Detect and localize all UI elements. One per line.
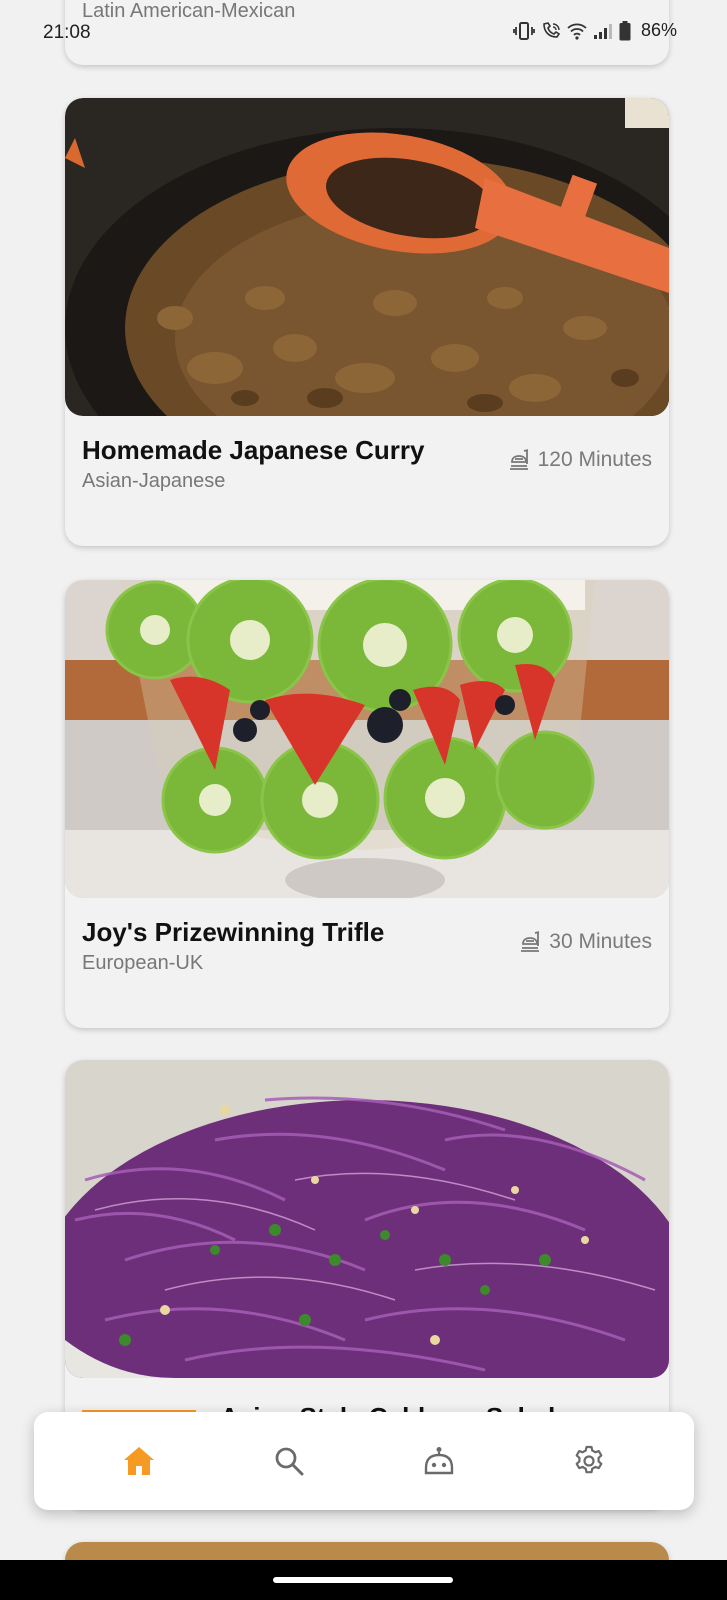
nav-settings-button[interactable] [559, 1431, 619, 1491]
recipe-feed-screen: 21:08 86% Latin American-Mexican Homemad… [0, 0, 727, 1600]
system-gesture-bar [0, 1560, 727, 1600]
signal-icon [593, 23, 612, 39]
vibrate-icon [513, 21, 535, 40]
settings-gear-icon [575, 1445, 603, 1474]
wifi-icon [567, 23, 587, 40]
recipe-title: Homemade Japanese Curry [82, 435, 425, 465]
robot-icon [424, 1447, 454, 1475]
bottom-navigation [34, 1412, 694, 1510]
recipe-cuisine: Asian-Japanese [82, 470, 226, 492]
nav-home-button[interactable] [109, 1431, 169, 1491]
recipe-image [65, 98, 669, 416]
nav-assistant-button[interactable] [409, 1431, 469, 1491]
search-icon [275, 1447, 304, 1476]
status-bar: 21:08 86% [0, 0, 727, 64]
recipe-card[interactable]: Homemade Japanese Curry Asian-Japanese 1… [65, 98, 669, 546]
home-icon [124, 1447, 154, 1475]
cooking-time-icon [521, 931, 540, 952]
nav-search-button[interactable] [259, 1431, 319, 1491]
status-icons: 86% [513, 20, 677, 41]
battery-icon [619, 20, 631, 40]
recipe-title: Joy's Prizewinning Trifle [82, 917, 385, 947]
wifi-call-icon [543, 21, 561, 38]
home-gesture-handle[interactable] [273, 1577, 453, 1583]
recipe-time: 30 Minutes [519, 930, 652, 954]
battery-percent: 86% [640, 20, 677, 40]
cooking-time-icon [509, 449, 528, 470]
recipe-card[interactable]: Joy's Prizewinning Trifle European-UK 30… [65, 580, 669, 1028]
purple-cabbage-salad-photo [65, 1060, 669, 1378]
recipe-cuisine: European-UK [82, 952, 204, 974]
recipe-time-label: 30 Minutes [549, 930, 652, 953]
fruit-trifle-photo [65, 580, 669, 898]
status-time: 21:08 [43, 22, 91, 43]
recipe-time-label: 120 Minutes [537, 448, 652, 471]
recipe-image [65, 1060, 669, 1378]
recipe-image [65, 580, 669, 898]
japanese-curry-photo [65, 98, 669, 416]
recipe-time: 120 Minutes [508, 448, 652, 472]
